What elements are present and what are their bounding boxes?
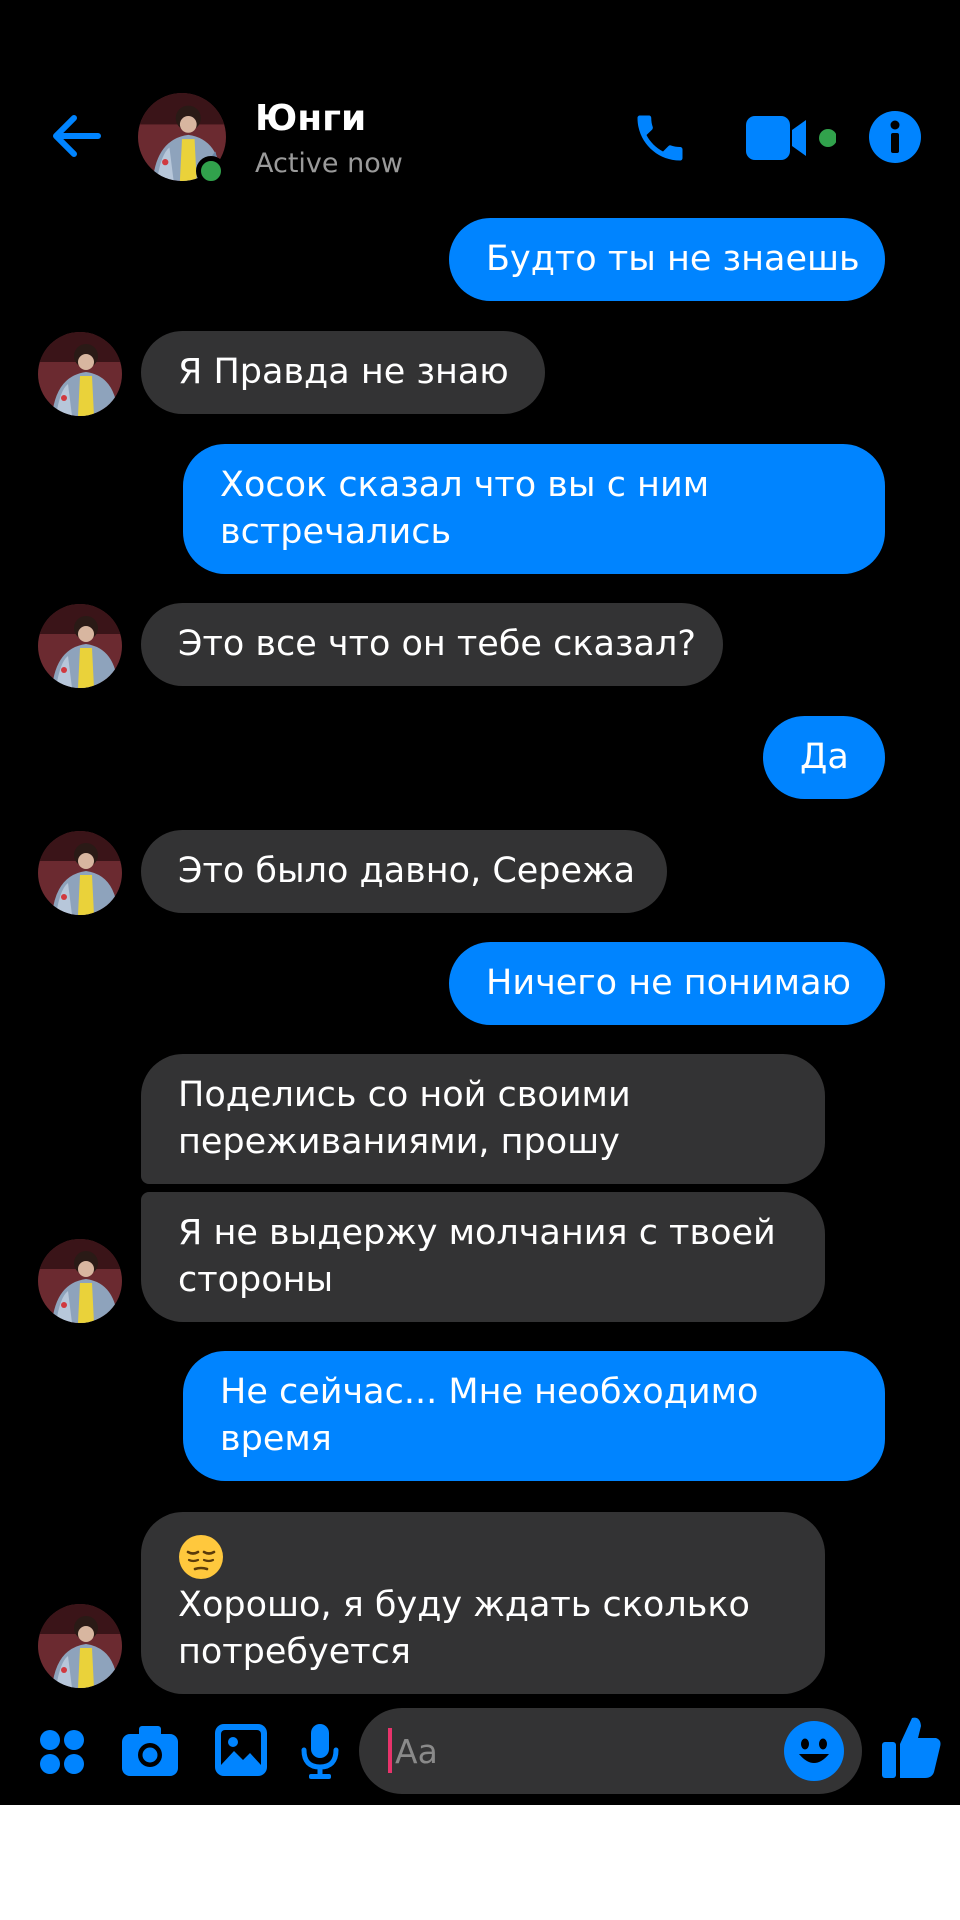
pensive-face-emoji [179,1535,223,1579]
incoming-message-bubble[interactable]: Хорошо, я буду ждать сколько потребуется [141,1512,825,1694]
info-icon[interactable] [868,110,922,164]
contact-message-avatar [38,332,122,416]
outgoing-message-bubble[interactable]: Не сейчас... Мне необходимо время [183,1351,885,1481]
message-text: Это было давно, Сережа [178,851,636,891]
contact-name[interactable]: Юнги [255,98,366,139]
message-text-line: встречались [220,512,452,552]
camera-icon[interactable] [121,1724,179,1778]
incoming-message-bubble[interactable]: Я Правда не знаю [141,331,545,414]
message-text-line: время [220,1419,332,1459]
chat-screen: Юнги Active now Будто ты не знаешь Я Пра… [0,0,960,1805]
message-text: Будто ты не знаешь [486,239,860,279]
message-text: Да [800,737,849,777]
outgoing-message-bubble[interactable]: Да [763,716,885,799]
video-camera-icon[interactable] [746,112,836,164]
incoming-message-bubble[interactable]: Поделись со ной своими переживаниями, пр… [141,1054,825,1184]
apps-icon[interactable] [38,1728,86,1776]
message-text-line: Не сейчас... Мне необходимо [220,1372,759,1412]
message-text: Ничего не понимаю [486,963,851,1003]
message-text-line: Поделись со ной своими [178,1075,631,1115]
contact-message-avatar [38,1239,122,1323]
back-arrow-icon[interactable] [48,108,104,164]
message-text: Это все что он тебе сказал? [178,624,696,664]
message-text-line: переживаниями, прошу [178,1122,620,1162]
message-text-line: Хорошо, я буду ждать сколько [178,1585,750,1625]
message-input[interactable] [395,1728,755,1774]
outgoing-message-bubble[interactable]: Хосок сказал что вы с ним встречались [183,444,885,574]
outgoing-message-bubble[interactable]: Будто ты не знаешь [449,218,885,301]
contact-message-avatar [38,604,122,688]
gallery-icon[interactable] [214,1723,268,1777]
contact-message-avatar [38,1604,122,1688]
message-text-line: стороны [178,1260,334,1300]
message-text: Я Правда не знаю [178,352,509,392]
message-text-line: потребуется [178,1632,411,1672]
contact-message-avatar [38,831,122,915]
incoming-message-bubble[interactable]: Это было давно, Сережа [141,830,667,913]
outgoing-message-bubble[interactable]: Ничего не понимаю [449,942,885,1025]
message-text-line: Хосок сказал что вы с ним [220,465,710,505]
thumbs-up-icon[interactable] [880,1714,942,1780]
emoji-icon[interactable] [783,1720,845,1782]
text-caret [388,1728,392,1773]
message-text-line: Я не выдержу молчания с твоей [178,1213,776,1253]
phone-icon[interactable] [630,108,690,168]
incoming-message-bubble[interactable]: Это все что он тебе сказал? [141,603,723,686]
online-status-dot [196,156,226,186]
active-status: Active now [255,148,403,179]
incoming-message-bubble[interactable]: Я не выдержу молчания с твоей стороны [141,1192,825,1322]
microphone-icon[interactable] [300,1722,340,1780]
